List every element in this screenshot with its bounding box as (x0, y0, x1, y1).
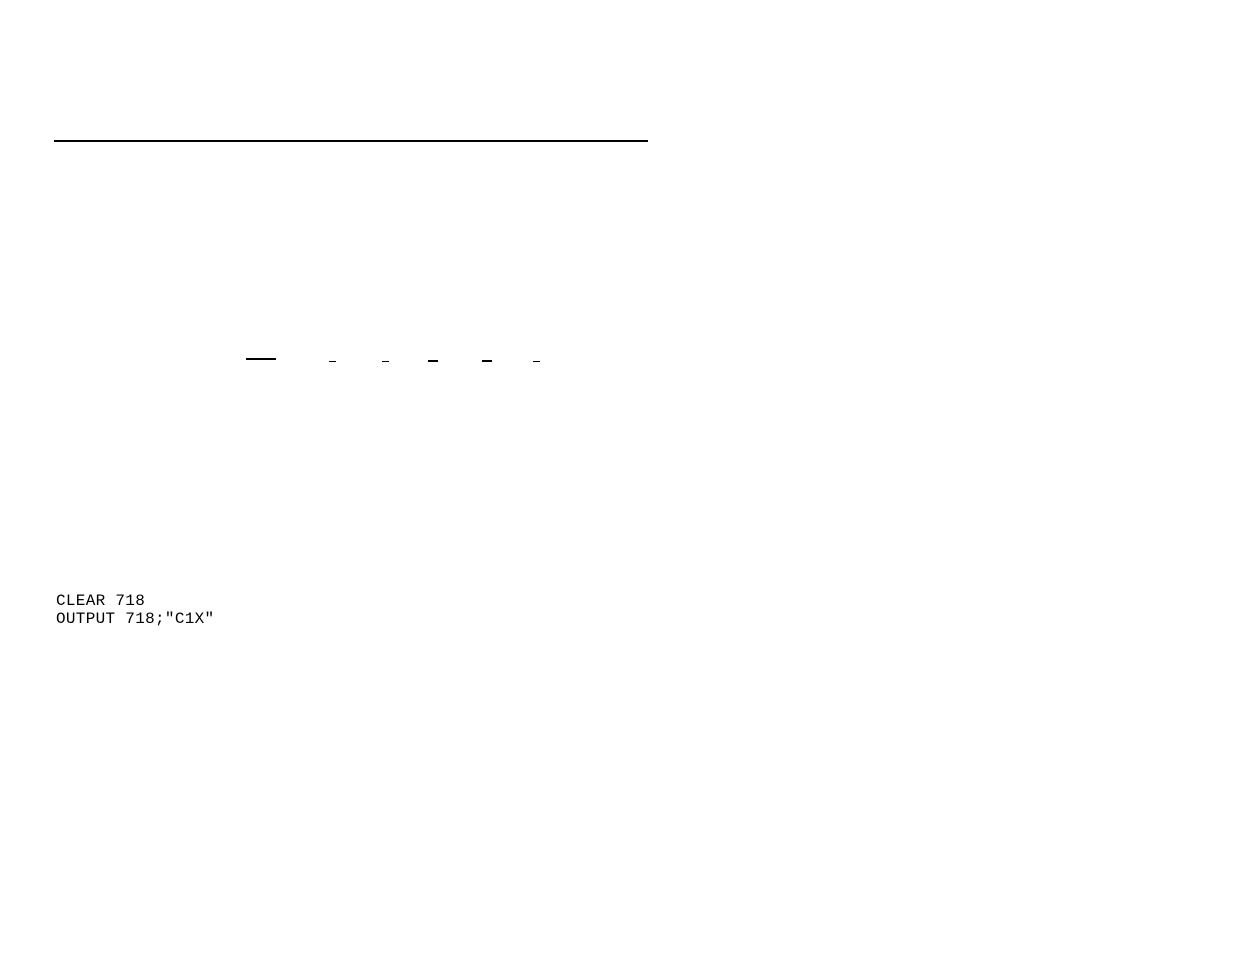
page: CLEAR 718 OUTPUT 718;"C1X" (0, 0, 1235, 954)
dash-segment (428, 360, 438, 362)
code-line: CLEAR 718 (56, 592, 145, 610)
horizontal-rule (54, 140, 648, 142)
code-block: CLEAR 718 OUTPUT 718;"C1X" (56, 592, 214, 628)
code-line: OUTPUT 718;"C1X" (56, 610, 214, 628)
dash-segment (533, 361, 540, 362)
dash-segment (329, 361, 336, 362)
dash-segment (246, 358, 276, 360)
dash-segment (382, 361, 389, 362)
dash-segment (482, 360, 492, 362)
decorative-dashes (0, 358, 1235, 364)
